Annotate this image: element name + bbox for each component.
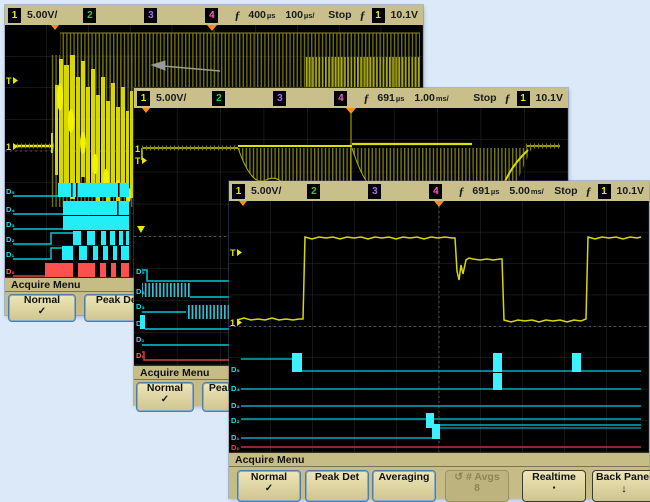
trigger-time-icon: ƒ — [234, 8, 240, 23]
trigger-time-icon: ƒ — [458, 184, 464, 199]
check-icon: ✓ — [9, 307, 75, 318]
svg-text:D₁: D₁ — [6, 250, 15, 259]
softkey-back-panel[interactable]: Back Panel ↓ — [592, 470, 650, 502]
svg-text:1: 1 — [230, 318, 235, 328]
ch1-scale: 5.00V/ — [251, 185, 281, 197]
down-arrow-icon: ↓ — [593, 484, 650, 495]
svg-text:T: T — [230, 248, 236, 258]
check-icon: ✓ — [137, 395, 193, 406]
trigger-slope-icon: ƒ — [505, 91, 511, 106]
svg-text:D₄: D₄ — [231, 384, 240, 393]
trigger-level: 10.1V — [391, 9, 418, 21]
trigger-source-badge: 1 — [598, 184, 611, 199]
svg-text:T: T — [6, 76, 12, 86]
run-state: Stop — [554, 185, 577, 197]
svg-text:D₃: D₃ — [6, 220, 15, 229]
ch1-scale: 5.00V/ — [27, 9, 57, 21]
timebase-readout: 5.00ms/ — [509, 185, 543, 197]
oscilloscope-window-3: 1 5.00V/ 2 3 4 ƒ 691µs 5.00ms/ Stop ƒ 1 … — [229, 181, 649, 498]
timebase-readout: 1.00ms/ — [414, 92, 448, 104]
svg-text:D₄: D₄ — [6, 205, 15, 214]
svg-text:D₃: D₃ — [136, 302, 145, 311]
ch4-badge: 4 — [205, 8, 218, 23]
svg-text:1: 1 — [135, 144, 140, 154]
svg-text:T: T — [135, 156, 141, 166]
ch3-badge: 3 — [368, 184, 381, 199]
svg-text:D₂: D₂ — [231, 416, 240, 425]
svg-text:D₁: D₁ — [136, 335, 145, 344]
ch4-badge: 4 — [429, 184, 442, 199]
ch2-badge: 2 — [212, 91, 225, 106]
ch2-badge: 2 — [83, 8, 96, 23]
svg-text:D₅: D₅ — [231, 365, 240, 374]
svg-text:D₃: D₃ — [231, 401, 240, 410]
trigger-source-badge: 1 — [517, 91, 530, 106]
svg-text:D₀: D₀ — [231, 443, 240, 452]
ch3-badge: 3 — [273, 91, 286, 106]
trigger-level: 10.1V — [536, 92, 563, 104]
ch3-badge: 3 — [144, 8, 157, 23]
waveform-display: T 1 D₅ D₄ D₃ — [229, 201, 649, 452]
trigger-source-badge: 1 — [372, 8, 385, 23]
softkey-num-avgs: ↺ # Avgs 8 — [445, 470, 509, 502]
svg-text:D₁: D₁ — [231, 433, 240, 442]
state-square-icon: ▪ — [523, 484, 585, 495]
ch1-badge: 1 — [137, 91, 150, 106]
svg-text:D₅: D₅ — [6, 187, 15, 196]
delay-readout: 691µs — [472, 185, 499, 197]
run-state: Stop — [473, 92, 496, 104]
delay-readout: 691µs — [377, 92, 404, 104]
svg-text:D₀: D₀ — [6, 267, 15, 276]
softkey-realtime[interactable]: Realtime ▪ — [522, 470, 586, 502]
trigger-slope-icon: ƒ — [360, 8, 366, 23]
rotate-knob-icon: ↺ — [454, 471, 463, 483]
status-bar: 1 5.00V/ 2 3 4 ƒ 691µs 1.00ms/ Stop ƒ 1 … — [134, 88, 568, 108]
softkey-normal[interactable]: Normal ✓ — [136, 382, 194, 412]
ch1-badge: 1 — [8, 8, 21, 23]
ch1-trace-marker: 1 — [135, 144, 140, 154]
check-icon: ✓ — [238, 484, 300, 495]
desktop-background: 1 5.00V/ 2 3 4 ƒ 400µs 100µs/ Stop ƒ 1 1… — [0, 0, 650, 502]
softkey-menu: Acquire Menu Normal ✓ Peak Det Averaging… — [229, 452, 649, 499]
softkey-peak-det[interactable]: Peak Det — [305, 470, 369, 502]
ch2-badge: 2 — [307, 184, 320, 199]
softkey-normal[interactable]: Normal ✓ — [8, 294, 76, 322]
status-bar: 1 5.00V/ 2 3 4 ƒ 691µs 5.00ms/ Stop ƒ 1 … — [229, 181, 649, 201]
softkey-normal[interactable]: Normal ✓ — [237, 470, 301, 502]
run-state: Stop — [328, 9, 351, 21]
ch4-badge: 4 — [334, 91, 347, 106]
timebase-readout: 100µs/ — [285, 9, 314, 21]
trigger-time-icon: ƒ — [363, 91, 369, 106]
softkey-averaging[interactable]: Averaging — [372, 470, 436, 502]
svg-text:D₅: D₅ — [136, 267, 145, 276]
status-bar: 1 5.00V/ 2 3 4 ƒ 400µs 100µs/ Stop ƒ 1 1… — [5, 5, 423, 25]
delay-readout: 400µs — [248, 9, 275, 21]
trigger-slope-icon: ƒ — [586, 184, 592, 199]
ch1-badge: 1 — [232, 184, 245, 199]
menu-title: Acquire Menu — [229, 453, 649, 467]
svg-text:D₂: D₂ — [6, 235, 15, 244]
trigger-level: 10.1V — [617, 185, 644, 197]
ch1-scale: 5.00V/ — [156, 92, 186, 104]
svg-text:1: 1 — [6, 142, 11, 152]
